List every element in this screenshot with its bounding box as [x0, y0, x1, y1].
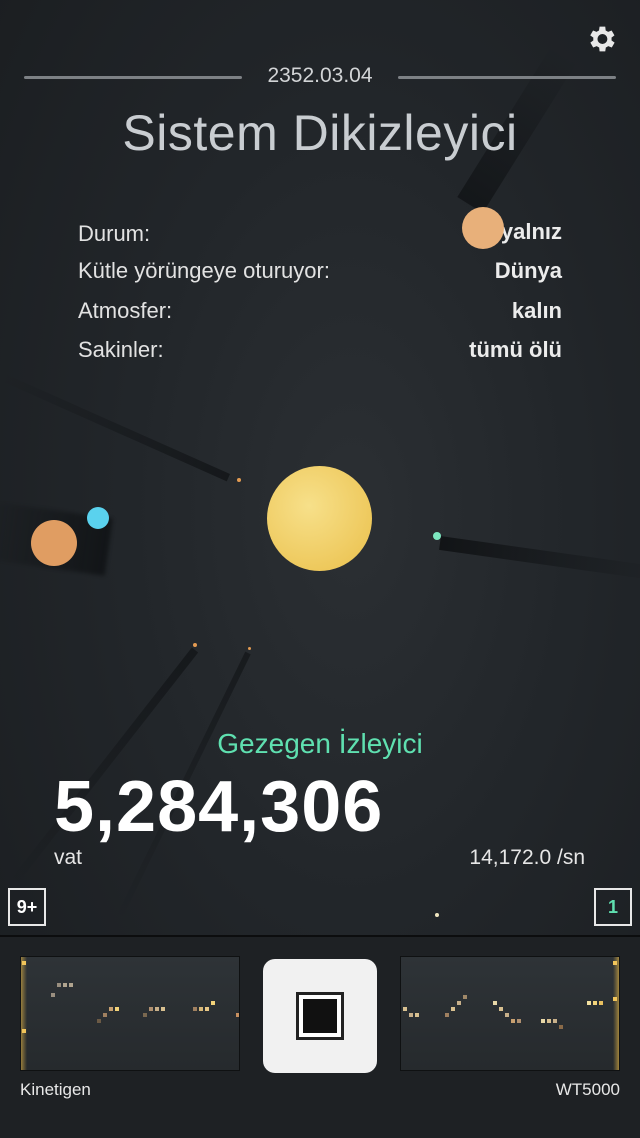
- right-counter-badge[interactable]: 1: [594, 888, 632, 926]
- planet-orange-small[interactable]: [462, 207, 504, 249]
- signal-dot: [115, 1007, 119, 1011]
- signal-dot: [499, 1007, 503, 1011]
- signal-dot: [517, 1019, 521, 1023]
- info-label-atmosphere: Atmosfer:: [78, 298, 173, 323]
- signal-dot: [403, 1007, 407, 1011]
- streak: [0, 372, 231, 482]
- signal-dot: [22, 1029, 26, 1033]
- planet-orange[interactable]: [31, 520, 77, 566]
- module-name-left: Kinetigen: [20, 1080, 91, 1099]
- signal-dot: [463, 995, 467, 999]
- signal-dot: [155, 1007, 159, 1011]
- info-value-mass: Dünya: [494, 258, 562, 283]
- module-name-right: WT5000: [555, 1080, 620, 1099]
- signal-dot: [236, 1013, 239, 1017]
- signal-dot: [211, 1001, 215, 1005]
- stop-icon: [296, 992, 344, 1040]
- signal-dot: [553, 1019, 557, 1023]
- info-label-status: Durum:: [78, 221, 151, 246]
- page-title: Sistem Dikizleyici: [122, 105, 518, 161]
- info-value-status: yalnız: [500, 219, 562, 244]
- signal-dot: [22, 961, 26, 965]
- date-display: 2352.03.04: [267, 64, 373, 87]
- signal-dot: [559, 1025, 563, 1029]
- signal-dot: [69, 983, 73, 987]
- particle: [248, 647, 251, 650]
- particle: [237, 478, 241, 482]
- sun[interactable]: [267, 466, 372, 571]
- counter-unit: vat: [54, 846, 83, 869]
- signal-dot: [613, 961, 617, 965]
- header-line-right: [398, 76, 616, 79]
- module-edge-glow: [21, 957, 27, 1070]
- signal-dot: [599, 1001, 603, 1005]
- signal-dot: [199, 1007, 203, 1011]
- signal-dot: [451, 1007, 455, 1011]
- signal-dot: [143, 1013, 147, 1017]
- rate-per-second: 14,172.0 /sn: [469, 846, 585, 869]
- signal-dot: [205, 1007, 209, 1011]
- module-kinetigen-display[interactable]: [20, 956, 240, 1071]
- gear-icon[interactable]: [584, 22, 618, 56]
- signal-dot: [415, 1013, 419, 1017]
- info-value-inhabitants: tümü ölü: [469, 337, 562, 362]
- signal-dot: [193, 1007, 197, 1011]
- signal-dot: [103, 1013, 107, 1017]
- signal-dot: [149, 1007, 153, 1011]
- signal-dot: [587, 1001, 591, 1005]
- signal-dot: [63, 983, 67, 987]
- signal-dot: [51, 993, 55, 997]
- signal-dot: [57, 983, 61, 987]
- signal-dot: [97, 1019, 101, 1023]
- signal-dot: [409, 1013, 413, 1017]
- signal-dot: [547, 1019, 551, 1023]
- module-edge-glow: [613, 957, 619, 1070]
- signal-dot: [541, 1019, 545, 1023]
- stop-button[interactable]: [263, 959, 377, 1073]
- tracker-title: Gezegen İzleyici: [217, 728, 423, 759]
- info-label-mass: Kütle yörüngeye oturuyor:: [78, 258, 330, 283]
- signal-dot: [109, 1007, 113, 1011]
- header-line-left: [24, 76, 242, 79]
- module-wt5000-display[interactable]: [400, 956, 620, 1071]
- info-label-inhabitants: Sakinler:: [78, 337, 164, 362]
- signal-dot: [613, 997, 617, 1001]
- streak: [439, 536, 640, 581]
- particle: [193, 643, 197, 647]
- signal-dot: [445, 1013, 449, 1017]
- info-value-atmosphere: kalın: [511, 298, 562, 323]
- planet-blue[interactable]: [87, 507, 109, 529]
- signal-dot: [505, 1013, 509, 1017]
- moon-green[interactable]: [433, 532, 441, 540]
- signal-dot: [593, 1001, 597, 1005]
- left-counter-badge[interactable]: 9+: [8, 888, 46, 926]
- watt-counter: 5,284,306: [54, 767, 384, 847]
- signal-dot: [493, 1001, 497, 1005]
- signal-dot: [457, 1001, 461, 1005]
- signal-dot: [161, 1007, 165, 1011]
- signal-dot: [511, 1019, 515, 1023]
- particle: [435, 913, 439, 917]
